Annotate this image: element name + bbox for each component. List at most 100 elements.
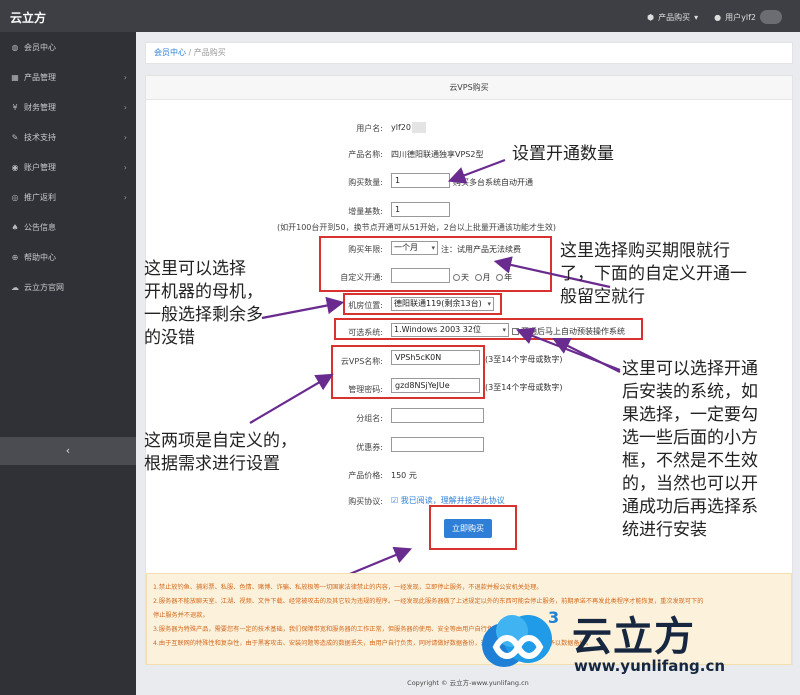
breadcrumb: 会员中心 / 产品购买 [145, 42, 793, 64]
sidebar: ◍ 会员中心 ▦ 产品管理 › ¥ 财务管理 › ✎ 技术支持 › ◉ 账户管理… [0, 32, 136, 695]
watermark-brand: 云立方 [572, 614, 695, 660]
cube-icon: ⬢ [647, 12, 655, 22]
sidebar-item-label: 财务管理 [24, 102, 56, 112]
sidebar-item-label: 公告信息 [24, 222, 56, 232]
footer: Copyright © 云立方-www.yunlifang.cn [407, 679, 529, 687]
notice-line: 1.禁止放钓鱼、捕彩票、私服、色情、赌博、诈骗、私放极等一切国家法律禁止的内容，… [153, 584, 543, 591]
sidebar-item-label: 会员中心 [24, 42, 56, 52]
quantity-note: 购买多台系统自动开通 [453, 178, 533, 187]
annotation-custom: 这两项是自定义的， 根据需求进行设置 [144, 430, 297, 476]
username-blur [412, 122, 426, 133]
sidebar-item-label: 云立方官网 [24, 282, 64, 292]
user-icon: ● [714, 12, 722, 22]
increment-note: (如开100台开到50，换节点开通可从51开始，2台以上批量开通该功能才生效) [277, 223, 556, 232]
sidebar-item-member-center[interactable]: ◍ 会员中心 [0, 32, 136, 62]
group-input[interactable] [391, 408, 484, 423]
sidebar-item-product-manage[interactable]: ▦ 产品管理 › [0, 62, 136, 92]
cloud-icon: ☁ [11, 282, 19, 292]
breadcrumb-separator: / [188, 48, 192, 57]
annotation-line: 开机器的母机， [144, 282, 263, 302]
annotation-line: 了，下面的自定义开通一 [560, 264, 747, 284]
watermark-url: www.yunlifang.cn [574, 657, 726, 675]
brand-logo[interactable]: 云立方 [10, 9, 46, 26]
increment-input[interactable]: 1 [391, 202, 450, 217]
annotation-line: 一般选择剩余多 [144, 305, 263, 325]
notice-line: 3.服务器为特殊产品，需要您有一定的技术基础，我们保障带宽和服务器的工作正常，但… [153, 626, 506, 633]
notice-box: 1.禁止放钓鱼、捕彩票、私服、色情、赌博、诈骗、私放极等一切国家法律禁止的内容，… [146, 573, 792, 665]
breadcrumb-home-link[interactable]: 会员中心 [154, 48, 186, 57]
sidebar-item-label: 账户管理 [24, 162, 56, 172]
user-icon: ◉ [11, 162, 19, 172]
annotation-line: 通成功后再选择系 [622, 497, 758, 517]
sidebar-item-label: 产品管理 [24, 72, 56, 82]
annotation-box-custom [331, 345, 485, 399]
annotation-qty: 设置开通数量 [512, 144, 614, 164]
panel-title: 云VPS购买 [146, 76, 792, 100]
logo-badge: 3 [548, 608, 559, 627]
annotation-line: 统进行安装 [622, 520, 707, 540]
annotation-box-buy [429, 505, 517, 550]
notice-line: 停止服务并不退款。 [153, 612, 209, 619]
sidebar-item-account[interactable]: ◉ 账户管理 › [0, 152, 136, 182]
annotation-line: 的没错 [144, 328, 195, 348]
annotation-line: 般留空就行 [560, 287, 645, 307]
annotation-line: 后安装的系统，如 [622, 382, 758, 402]
help-icon: ⊕ [11, 252, 19, 262]
annotation-box-period [319, 236, 552, 292]
username-label: 用户名: [356, 124, 383, 133]
bell-icon: ♠ [11, 222, 19, 232]
quantity-label: 购买数量: [348, 178, 383, 187]
coupon-label: 优惠券: [356, 443, 383, 452]
coupon-input[interactable] [391, 437, 484, 452]
sidebar-item-announcements[interactable]: ♠ 公告信息 [0, 212, 136, 242]
sidebar-item-official-site[interactable]: ☁ 云立方官网 [0, 272, 136, 302]
checkbox-checked-icon[interactable]: ☑ [391, 496, 398, 505]
wrench-icon: ✎ [11, 132, 19, 142]
annotation-line: 选一些后面的小方 [622, 428, 758, 448]
product-name-label: 产品名称: [348, 150, 383, 159]
breadcrumb-current: 产品购买 [193, 48, 226, 57]
sidebar-item-label: 帮助中心 [24, 252, 56, 262]
username-value: ylf20 [391, 123, 411, 132]
chevron-right-icon: › [123, 192, 127, 202]
sidebar-item-support[interactable]: ✎ 技术支持 › [0, 122, 136, 152]
product-buy-label: 产品购买 [658, 12, 691, 22]
agreement-label: 购买协议: [348, 497, 383, 506]
chevron-right-icon: › [123, 102, 127, 112]
annotation-line: 这两项是自定义的， [144, 431, 297, 451]
increment-label: 增量基数: [348, 207, 383, 216]
group-label: 分组名: [356, 414, 383, 423]
chevron-right-icon: › [123, 162, 127, 172]
annotation-line: 框，不然是不生效 [622, 451, 758, 471]
sidebar-collapse-button[interactable]: ‹ [0, 437, 136, 465]
annotation-line: 这里可以选择 [144, 259, 246, 279]
annotation-line: 果选择，一定要勾 [622, 405, 758, 425]
quantity-input[interactable]: 1 [391, 173, 450, 188]
password-hint: (3至14个字母或数字) [485, 383, 563, 392]
annotation-line: 这里可以选择开通 [622, 359, 758, 379]
sidebar-item-finance[interactable]: ¥ 财务管理 › [0, 92, 136, 122]
annotation-box-room [343, 293, 502, 315]
product-name-value: 四川德阳联通独享VPS2型 [391, 150, 484, 159]
sidebar-item-referral[interactable]: ◎ 推广返利 › [0, 182, 136, 212]
annotation-period: 这里选择购买期限就行 了，下面的自定义开通一 般留空就行 [560, 240, 747, 309]
sidebar-item-label: 技术支持 [24, 132, 56, 142]
vps-name-hint: (3至14个字母或数字) [485, 355, 563, 364]
user-menu[interactable]: ● 用户ylf2 [714, 10, 782, 24]
annotation-line: 这里选择购买期限就行 [560, 241, 730, 261]
sidebar-item-label: 推广返利 [24, 192, 56, 202]
chevron-right-icon: › [123, 132, 127, 142]
top-bar: 云立方 ⬢ 产品购买 ▾ ● 用户ylf2 [0, 0, 800, 32]
grid-icon: ▦ [11, 72, 19, 82]
sidebar-item-help[interactable]: ⊕ 帮助中心 [0, 242, 136, 272]
annotation-box-os [334, 318, 643, 340]
agreement-link[interactable]: 我已阅读，理解并接受此协议 [401, 496, 505, 505]
user-name: 用户ylf2 [725, 12, 756, 22]
avatar [760, 10, 782, 24]
price-value: 150 元 [391, 471, 417, 480]
chevron-down-icon: ▾ [694, 12, 699, 22]
top-right-menu: ⬢ 产品购买 ▾ ● 用户ylf2 [647, 10, 782, 24]
annotation-room: 这里可以选择 开机器的母机， 一般选择剩余多 的没错 [144, 258, 263, 350]
yunlifang-logo-icon: 3 [482, 608, 559, 667]
product-buy-menu[interactable]: ⬢ 产品购买 ▾ [647, 12, 698, 23]
